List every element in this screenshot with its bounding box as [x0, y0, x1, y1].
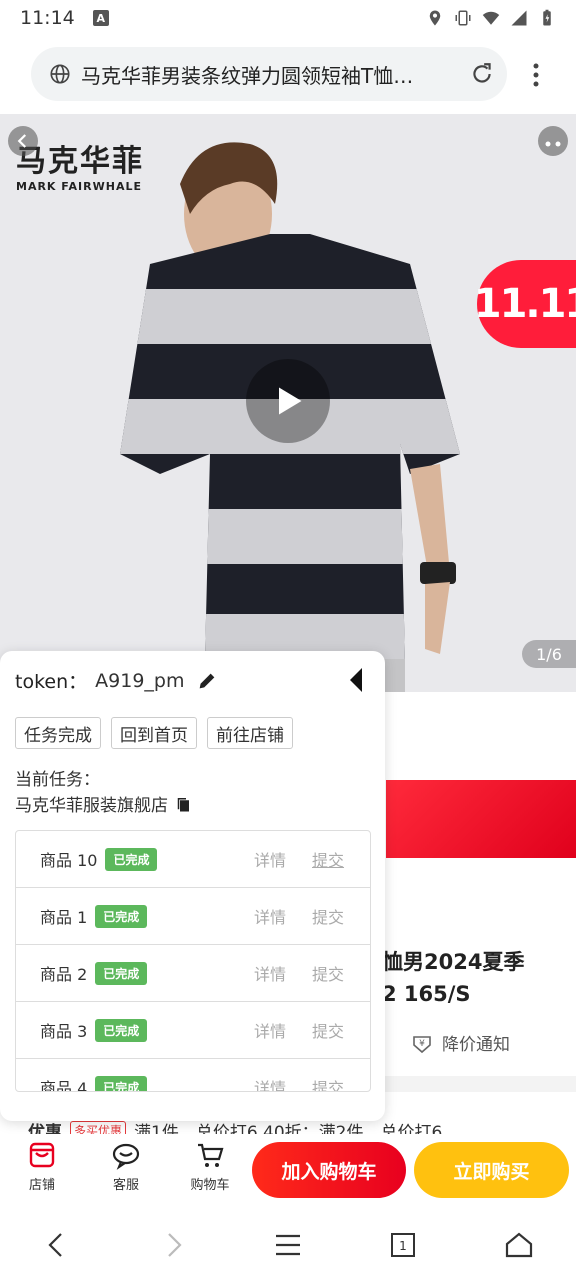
chevron-left-icon: [17, 134, 27, 148]
cart-label: 购物车: [190, 1178, 230, 1193]
tabs-icon[interactable]: 1: [388, 1230, 418, 1260]
location-icon: [426, 9, 444, 27]
store-icon: [29, 1142, 55, 1168]
cart-tab[interactable]: 购物车: [180, 1140, 240, 1193]
service-label: 客服: [112, 1178, 139, 1193]
play-icon: [279, 387, 302, 415]
submit-link[interactable]: 提交: [312, 847, 344, 871]
menu-icon[interactable]: [273, 1230, 303, 1260]
product-title-line1: 恤男2024夏季: [382, 950, 525, 974]
product-title: 恤男2024夏季 2 165/S: [382, 946, 524, 1010]
screen: 11:14 A 马克华菲男装条纹弹力圆领短袖T恤… 马克华菲 MARK FAIR…: [0, 0, 576, 1280]
notification-badge-icon: A: [92, 10, 109, 26]
customer-service-icon: [112, 1143, 140, 1170]
collapse-panel-icon[interactable]: [346, 666, 366, 694]
item-name: 商品 3: [40, 1022, 88, 1041]
store-label: 店铺: [28, 1178, 55, 1193]
wifi-icon: [482, 9, 500, 27]
buy-now-button[interactable]: 立即购买: [414, 1142, 569, 1198]
task-item-list[interactable]: 商品 10 已完成 详情 提交 商品 1 已完成 详情 提交 商品 2 已完成 …: [15, 830, 371, 1092]
store-tab[interactable]: 店铺: [12, 1140, 72, 1193]
product-title-line2: 2 165/S: [382, 982, 471, 1006]
price-notice-button[interactable]: ¥ 降价通知: [410, 1030, 510, 1055]
pencil-icon[interactable]: [196, 670, 218, 692]
task-complete-button[interactable]: 任务完成: [15, 717, 101, 749]
battery-icon: [538, 9, 556, 27]
signal-icon: [510, 9, 528, 27]
token-row: token： A919_pm: [15, 667, 218, 694]
submit-link[interactable]: 提交: [312, 961, 344, 985]
copy-icon[interactable]: [174, 795, 192, 813]
add-to-cart-button[interactable]: 加入购物车: [252, 1142, 406, 1198]
browser-menu-icon[interactable]: [524, 60, 548, 90]
system-nav-bar: 1: [0, 1208, 576, 1280]
detail-link[interactable]: 详情: [254, 904, 286, 928]
task-panel: token： A919_pm 任务完成 回到首页 前往店铺 当前任务： 马克华菲…: [0, 651, 385, 1121]
reload-icon[interactable]: [469, 61, 495, 87]
status-badge: 已完成: [95, 1075, 148, 1091]
item-name: 商品 1: [40, 908, 88, 927]
vibrate-icon: [454, 9, 472, 27]
item-name: 商品 10: [40, 851, 98, 870]
status-time: 11:14: [20, 7, 75, 29]
back-button[interactable]: [8, 126, 38, 156]
detail-link[interactable]: 详情: [254, 961, 286, 985]
submit-link[interactable]: 提交: [312, 1075, 344, 1091]
double-eleven-badge[interactable]: 11.11: [474, 260, 576, 348]
detail-link[interactable]: 详情: [254, 847, 286, 871]
globe-icon: [50, 64, 70, 84]
current-task-name: 马克华菲服装旗舰店: [15, 796, 168, 816]
cart-icon: [198, 1143, 224, 1167]
current-task-label: 当前任务：: [15, 770, 100, 790]
more-button[interactable]: [538, 126, 568, 156]
token-value: A919_pm: [95, 669, 185, 692]
svg-text:¥: ¥: [419, 1039, 425, 1049]
list-item: 商品 1 已完成 详情 提交: [16, 888, 370, 945]
list-item: 商品 4 已完成 详情 提交: [16, 1059, 370, 1092]
detail-link[interactable]: 详情: [254, 1075, 286, 1091]
price-banner: [386, 780, 576, 858]
more-dots-icon: [545, 141, 561, 147]
service-tab[interactable]: 客服: [96, 1140, 156, 1193]
product-hero[interactable]: 马克华菲 MARK FAIRWHALE 11.11 1/6: [0, 114, 576, 692]
list-item: 商品 10 已完成 详情 提交: [16, 831, 370, 888]
image-pager: 1/6: [522, 640, 576, 668]
back-arrow-icon[interactable]: [42, 1230, 72, 1260]
home-icon[interactable]: [504, 1230, 534, 1260]
status-bar: 11:14 A: [0, 0, 576, 36]
item-name: 商品 4: [40, 1079, 88, 1092]
current-task: 马克华菲服装旗舰店: [15, 791, 192, 816]
action-bar: 店铺 客服 购物车 加入购物车 立即购买: [0, 1134, 576, 1208]
go-store-button[interactable]: 前往店铺: [207, 717, 293, 749]
price-tag-icon: ¥: [413, 1035, 431, 1053]
svg-text:1: 1: [399, 1239, 407, 1253]
token-label: token：: [15, 671, 88, 693]
address-bar[interactable]: 马克华菲男装条纹弹力圆领短袖T恤…: [31, 47, 507, 101]
detail-link[interactable]: 详情: [254, 1018, 286, 1042]
status-badge: 已完成: [95, 904, 148, 928]
play-video-button[interactable]: [246, 359, 330, 443]
submit-link[interactable]: 提交: [312, 904, 344, 928]
list-item: 商品 3 已完成 详情 提交: [16, 1002, 370, 1059]
status-badge: 已完成: [105, 847, 158, 871]
item-name: 商品 2: [40, 965, 88, 984]
panel-buttons: 任务完成 回到首页 前往店铺: [15, 717, 293, 749]
status-badge: 已完成: [95, 961, 148, 985]
brand-name-en: MARK FAIRWHALE: [16, 180, 142, 193]
list-item: 商品 2 已完成 详情 提交: [16, 945, 370, 1002]
status-badge: 已完成: [95, 1018, 148, 1042]
back-home-button[interactable]: 回到首页: [111, 717, 197, 749]
forward-arrow-icon[interactable]: [158, 1230, 188, 1260]
submit-link[interactable]: 提交: [312, 1018, 344, 1042]
price-notice-label: 降价通知: [442, 1035, 510, 1055]
url-text[interactable]: 马克华菲男装条纹弹力圆领短袖T恤…: [81, 60, 459, 89]
